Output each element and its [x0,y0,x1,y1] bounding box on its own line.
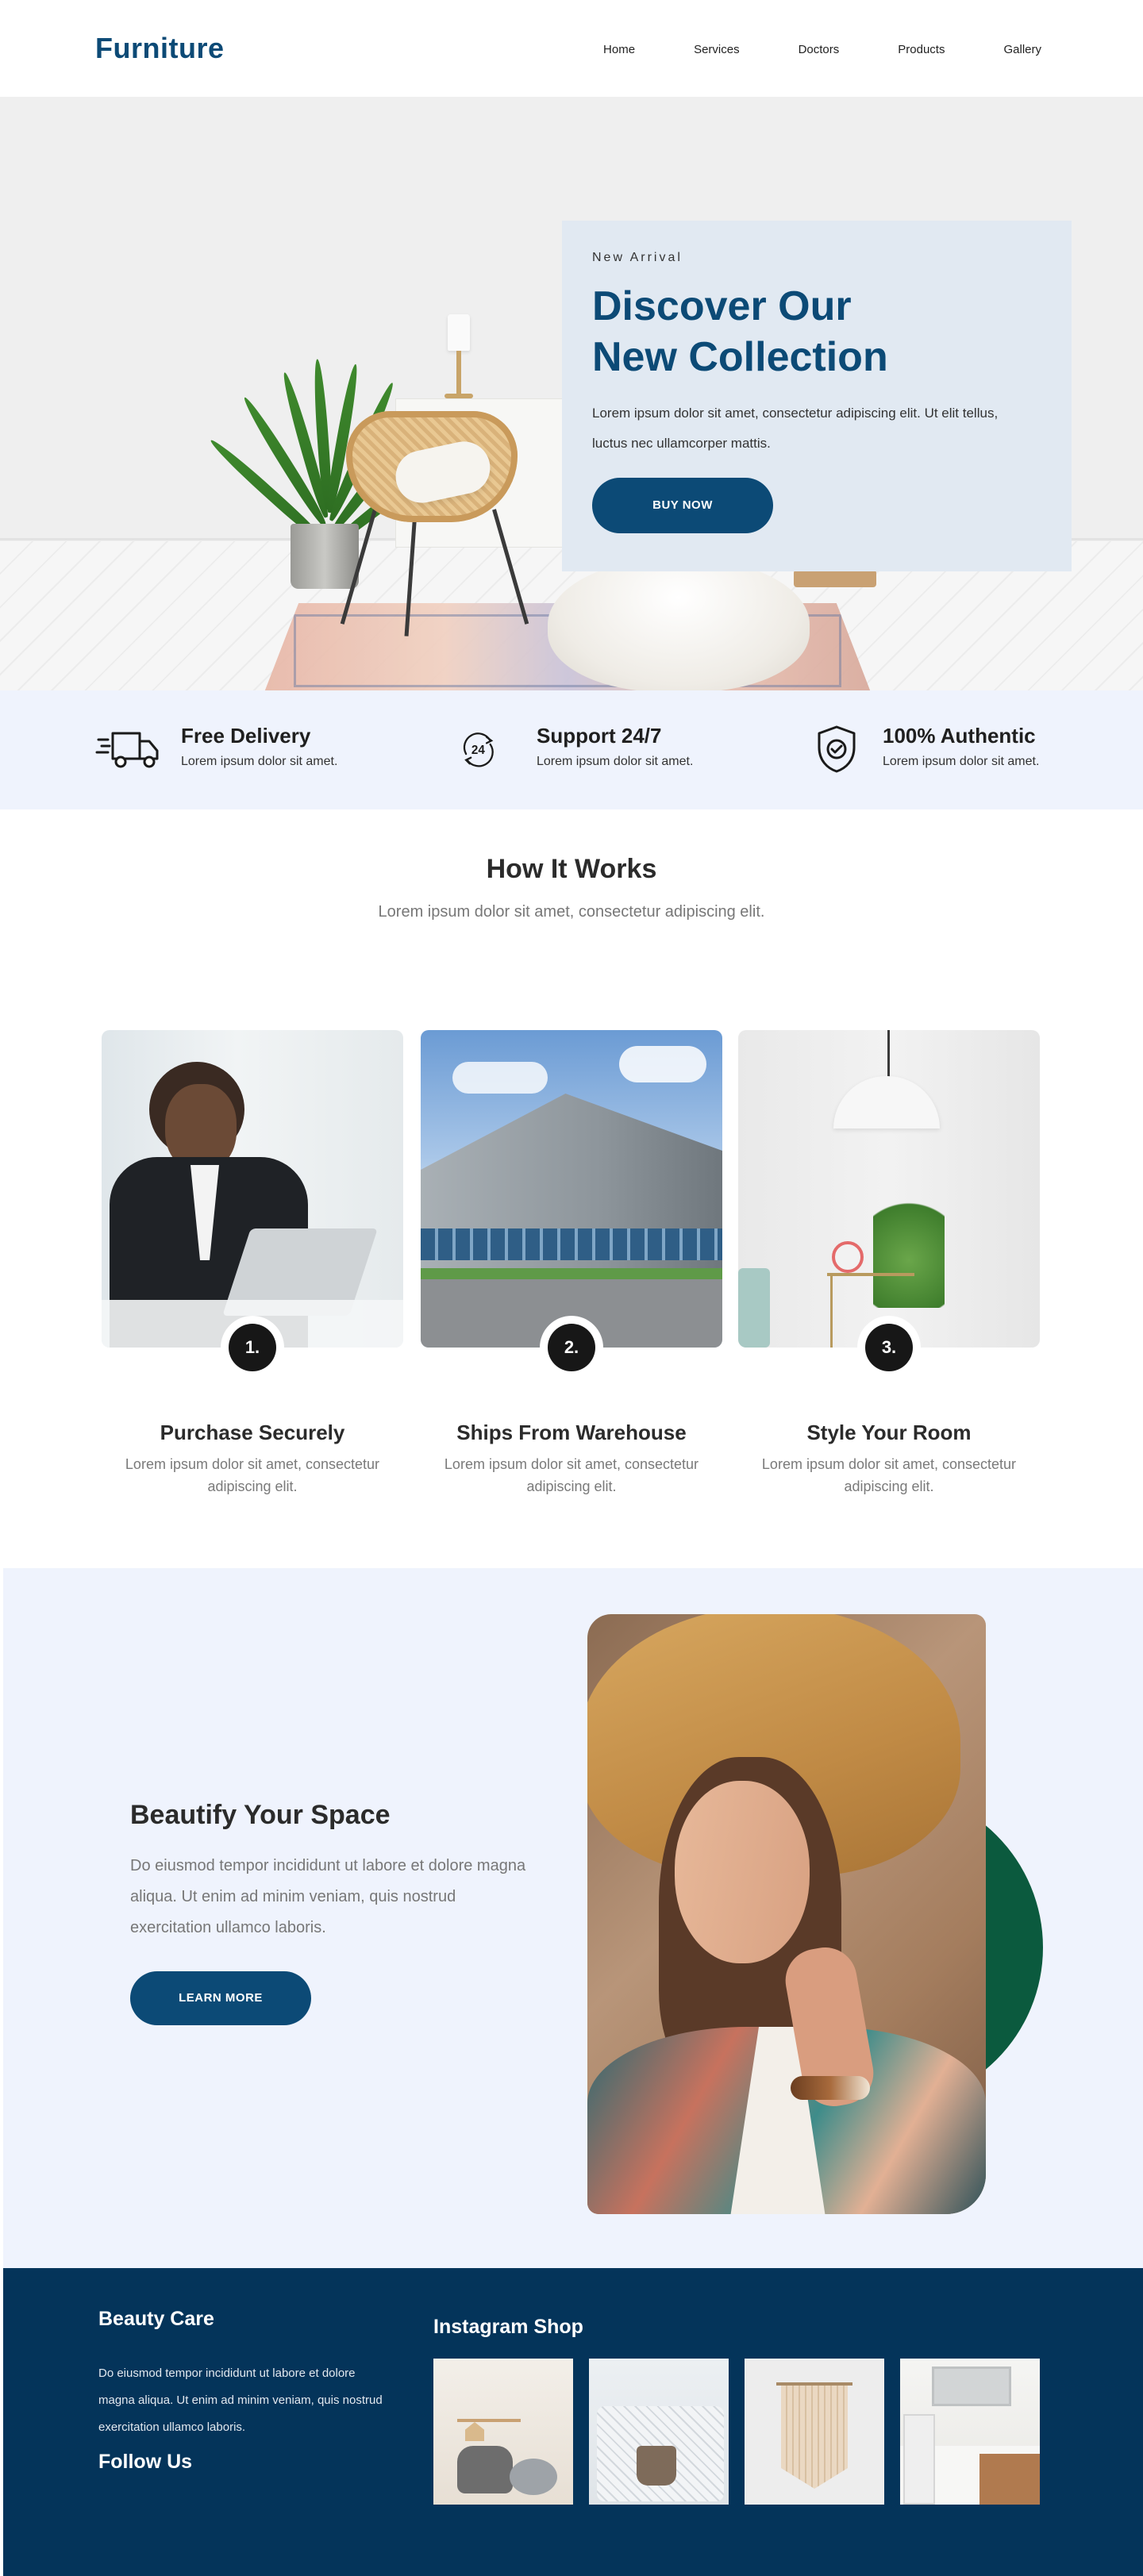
step-number: 1. [229,1324,276,1371]
step-number: 2. [548,1324,595,1371]
nav-link-products[interactable]: Products [898,43,945,56]
step-title: Style Your Room [806,1421,972,1444]
instagram-photo-2[interactable] [589,2359,729,2505]
hero-title-line-1: Discover Our [592,283,852,329]
site-logo[interactable]: Furniture [95,32,225,65]
step-number: 3. [865,1324,913,1371]
hero-eyebrow: New Arrival [592,251,683,264]
hero-section: New Arrival Discover Our New Collection … [0,97,1143,690]
step-text: Lorem ipsum dolor sit amet, consectetur … [444,1456,699,1494]
nav-link-gallery[interactable]: Gallery [1003,43,1041,56]
footer-brand: Beauty Care [98,2308,214,2330]
shield-check-icon [818,725,856,773]
step-number-badge: 2. [540,1316,603,1379]
site-footer: Beauty Care Do eiusmod tempor incididunt… [3,2268,1143,2576]
step-card-2: 2. Ships From Warehouse Lorem ipsum dolo… [421,1030,722,1498]
step-title: Ships From Warehouse [456,1421,687,1444]
nav-link-doctors[interactable]: Doctors [799,43,840,56]
hero-title-line-2: New Collection [592,334,888,380]
how-it-works-subtitle: Lorem ipsum dolor sit amet, consectetur … [378,903,765,921]
delivery-truck-icon [95,732,159,768]
instagram-photo-4[interactable] [900,2359,1040,2505]
feature-text: Lorem ipsum dolor sit amet. [537,755,694,768]
step-text: Lorem ipsum dolor sit amet, consectetur … [761,1456,1017,1494]
features-bar: Free Delivery Lorem ipsum dolor sit amet… [0,690,1143,809]
beautify-title: Beautify Your Space [130,1800,391,1830]
support-24-icon: 24 [463,732,494,767]
feature-authentic: 100% Authentic Lorem ipsum dolor sit ame… [814,724,1039,775]
feature-support: 24 Support 24/7 Lorem ipsum dolor sit am… [459,724,693,775]
step-image-room [738,1030,1040,1348]
follow-us-heading: Follow Us [98,2451,193,2473]
instagram-grid [433,2359,1056,2505]
feature-text: Lorem ipsum dolor sit amet. [181,755,338,768]
nav-link-home[interactable]: Home [603,43,635,56]
woman-portrait-image [587,1614,986,2214]
beautify-section: Beautify Your Space Do eiusmod tempor in… [3,1568,1143,2268]
svg-text:24: 24 [471,744,485,757]
nav-link-services[interactable]: Services [694,43,740,56]
feature-title: Free Delivery [181,724,311,748]
step-number-badge: 1. [221,1316,284,1379]
feature-title: Support 24/7 [537,724,662,748]
step-image-purchase [102,1030,403,1348]
hero-card: New Arrival Discover Our New Collection … [562,221,1072,571]
instagram-shop-heading: Instagram Shop [433,2316,583,2338]
how-it-works-title: How It Works [486,854,657,884]
step-number-badge: 3. [857,1316,921,1379]
instagram-photo-1[interactable] [433,2359,573,2505]
feature-text: Lorem ipsum dolor sit amet. [883,755,1040,768]
step-image-warehouse [421,1030,722,1348]
instagram-photo-3[interactable] [745,2359,884,2505]
beautify-description: Do eiusmod tempor incididunt ut labore e… [130,1857,526,1936]
hero-title: Discover Our New Collection [592,281,1041,383]
buy-now-button[interactable]: BUY NOW [592,478,773,533]
step-card-3: 3. Style Your Room Lorem ipsum dolor sit… [738,1030,1040,1498]
step-title: Purchase Securely [160,1421,345,1444]
learn-more-button[interactable]: LEARN MORE [130,1971,311,2025]
step-card-1: 1. Purchase Securely Lorem ipsum dolor s… [102,1030,403,1498]
step-text: Lorem ipsum dolor sit amet, consectetur … [125,1456,380,1494]
hero-description: Lorem ipsum dolor sit amet, consectetur … [592,406,999,451]
footer-description: Do eiusmod tempor incididunt ut labore e… [98,2366,383,2434]
top-navbar: Furniture Home Services Doctors Products… [0,0,1143,97]
feature-free-delivery: Free Delivery Lorem ipsum dolor sit amet… [95,724,337,775]
feature-title: 100% Authentic [883,724,1036,748]
main-nav: Home Services Doctors Products Gallery [545,43,1041,56]
